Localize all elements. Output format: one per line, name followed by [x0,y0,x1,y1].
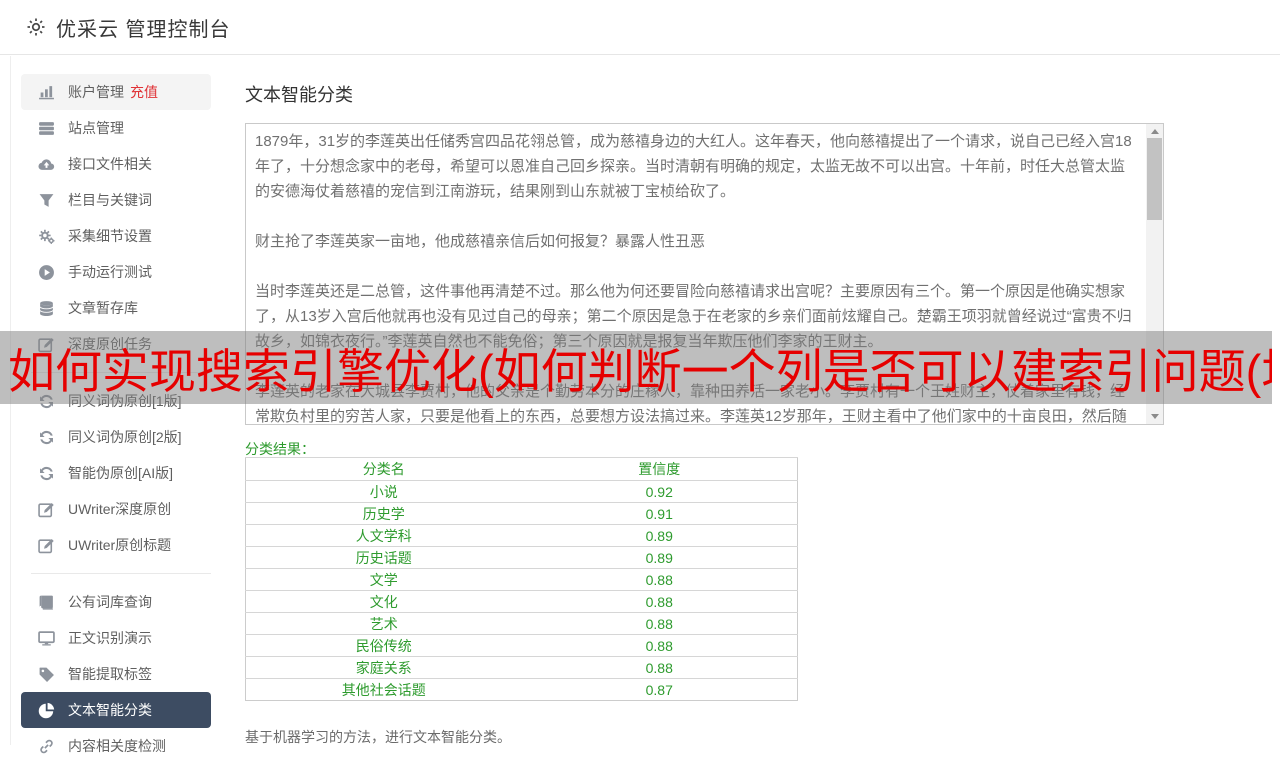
input-paragraph: 财主抢了李莲英家一亩地，他成慈禧亲信后如何报复？暴露人性丑恶 [255,229,1135,254]
sidebar-item-label: 接口文件相关 [68,154,152,174]
sidebar-item-interface-files[interactable]: 接口文件相关 [21,146,211,182]
sidebar-item-uwriter-title[interactable]: UWriter原创标题 [21,527,211,563]
sidebar-item-label: 同义词伪原创[2版] [68,427,182,447]
tag-icon [38,666,55,683]
pie-chart-icon [38,702,55,719]
sidebar-item-label: 采集细节设置 [68,226,152,246]
page-title: 文本智能分类 [245,81,353,107]
table-row: 小说0.92 [246,481,798,503]
sidebar-item-synonym-2[interactable]: 同义词伪原创[2版] [21,419,211,455]
sidebar-item-label: 栏目与关键词 [68,190,152,210]
sidebar-item-content-recognition[interactable]: 正文识别演示 [21,620,211,656]
table-header-cell: 分类名 [246,458,522,481]
book-icon [38,594,55,611]
sidebar-item-relevance-detect[interactable]: 内容相关度检测 [21,728,211,764]
input-paragraph: 1879年，31岁的李莲英出任储秀宫四品花翎总管，成为慈禧身边的大红人。这年春天… [255,129,1135,204]
confidence-cell: 0.91 [522,503,798,525]
gears-icon [38,228,55,245]
link-icon [38,738,55,755]
confidence-cell: 0.88 [522,569,798,591]
scroll-up-icon[interactable] [1146,124,1163,139]
sidebar-item-text-classify[interactable]: 文本智能分类 [21,692,211,728]
sidebar-item-label: UWriter原创标题 [68,535,171,555]
category-cell: 历史学 [246,503,522,525]
sidebar-divider [31,573,211,574]
watermark-banner: 如何实现搜索引擎优化(如何判断一个列是否可以建索引问题(场景 [0,331,1272,404]
category-cell: 小说 [246,481,522,503]
refresh-icon [38,429,55,446]
category-cell: 人文学科 [246,525,522,547]
table-row: 历史学0.91 [246,503,798,525]
funnel-icon [38,192,55,209]
sidebar-item-label: 文章暂存库 [68,298,138,318]
sidebar-item-manual-run[interactable]: 手动运行测试 [21,254,211,290]
chart-bar-icon [38,84,55,101]
sidebar-item-public-lexicon[interactable]: 公有词库查询 [21,584,211,620]
confidence-cell: 0.89 [522,525,798,547]
sidebar-item-account[interactable]: 账户管理充值 [21,74,211,110]
table-header-cell: 置信度 [522,458,798,481]
sidebar-item-label: 站点管理 [68,118,124,138]
monitor-icon [38,630,55,647]
scrollbar-thumb[interactable] [1147,138,1162,220]
classification-table: 分类名置信度 小说0.92历史学0.91人文学科0.89历史话题0.89文学0.… [245,457,798,701]
sidebar-item-label: 手动运行测试 [68,262,152,282]
confidence-cell: 0.92 [522,481,798,503]
sidebar-item-label: 文本智能分类 [68,700,152,720]
table-row: 人文学科0.89 [246,525,798,547]
result-label: 分类结果： [245,439,315,459]
sidebar-item-uwriter-deep[interactable]: UWriter深度原创 [21,491,211,527]
sidebar-item-collect-settings[interactable]: 采集细节设置 [21,218,211,254]
category-cell: 艺术 [246,613,522,635]
pencil-icon [38,501,55,518]
recharge-badge[interactable]: 充值 [130,82,158,102]
sidebar-item-sites[interactable]: 站点管理 [21,110,211,146]
table-row: 其他社会话题0.87 [246,679,798,701]
cloud-upload-icon [38,156,55,173]
table-header-row: 分类名置信度 [246,458,798,481]
confidence-cell: 0.89 [522,547,798,569]
sidebar-item-label: 内容相关度检测 [68,736,166,756]
server-icon [38,120,55,137]
database-icon [38,300,55,317]
sidebar-item-label: 智能伪原创[AI版] [68,463,173,483]
sidebar-item-tag-extract[interactable]: 智能提取标签 [21,656,211,692]
sidebar-item-columns-keywords[interactable]: 栏目与关键词 [21,182,211,218]
pencil-icon [38,537,55,554]
confidence-cell: 0.88 [522,635,798,657]
play-icon [38,264,55,281]
scroll-down-icon[interactable] [1146,409,1163,424]
confidence-cell: 0.88 [522,657,798,679]
confidence-cell: 0.88 [522,613,798,635]
category-cell: 家庭关系 [246,657,522,679]
category-cell: 文化 [246,591,522,613]
sidebar-item-label: 正文识别演示 [68,628,152,648]
table-row: 艺术0.88 [246,613,798,635]
sidebar-item-ai-original[interactable]: 智能伪原创[AI版] [21,455,211,491]
table-row: 民俗传统0.88 [246,635,798,657]
category-cell: 历史话题 [246,547,522,569]
category-cell: 民俗传统 [246,635,522,657]
refresh-icon [38,465,55,482]
watermark-text: 如何实现搜索引擎优化(如何判断一个列是否可以建索引问题(场景 [0,333,1272,402]
table-row: 历史话题0.89 [246,547,798,569]
footer-note: 基于机器学习的方法，进行文本智能分类。 [245,727,511,747]
table-row: 家庭关系0.88 [246,657,798,679]
sidebar-item-label: UWriter深度原创 [68,499,171,519]
sidebar-item-label: 公有词库查询 [68,592,152,612]
gear-icon [26,17,46,37]
app-title: 优采云 管理控制台 [56,13,231,42]
table-row: 文化0.88 [246,591,798,613]
sidebar-item-article-store[interactable]: 文章暂存库 [21,290,211,326]
table-row: 文学0.88 [246,569,798,591]
category-cell: 文学 [246,569,522,591]
app-header: 优采云 管理控制台 [0,0,1280,55]
sidebar-item-label: 账户管理 [68,82,124,102]
category-cell: 其他社会话题 [246,679,522,701]
confidence-cell: 0.88 [522,591,798,613]
sidebar-item-label: 智能提取标签 [68,664,152,684]
confidence-cell: 0.87 [522,679,798,701]
